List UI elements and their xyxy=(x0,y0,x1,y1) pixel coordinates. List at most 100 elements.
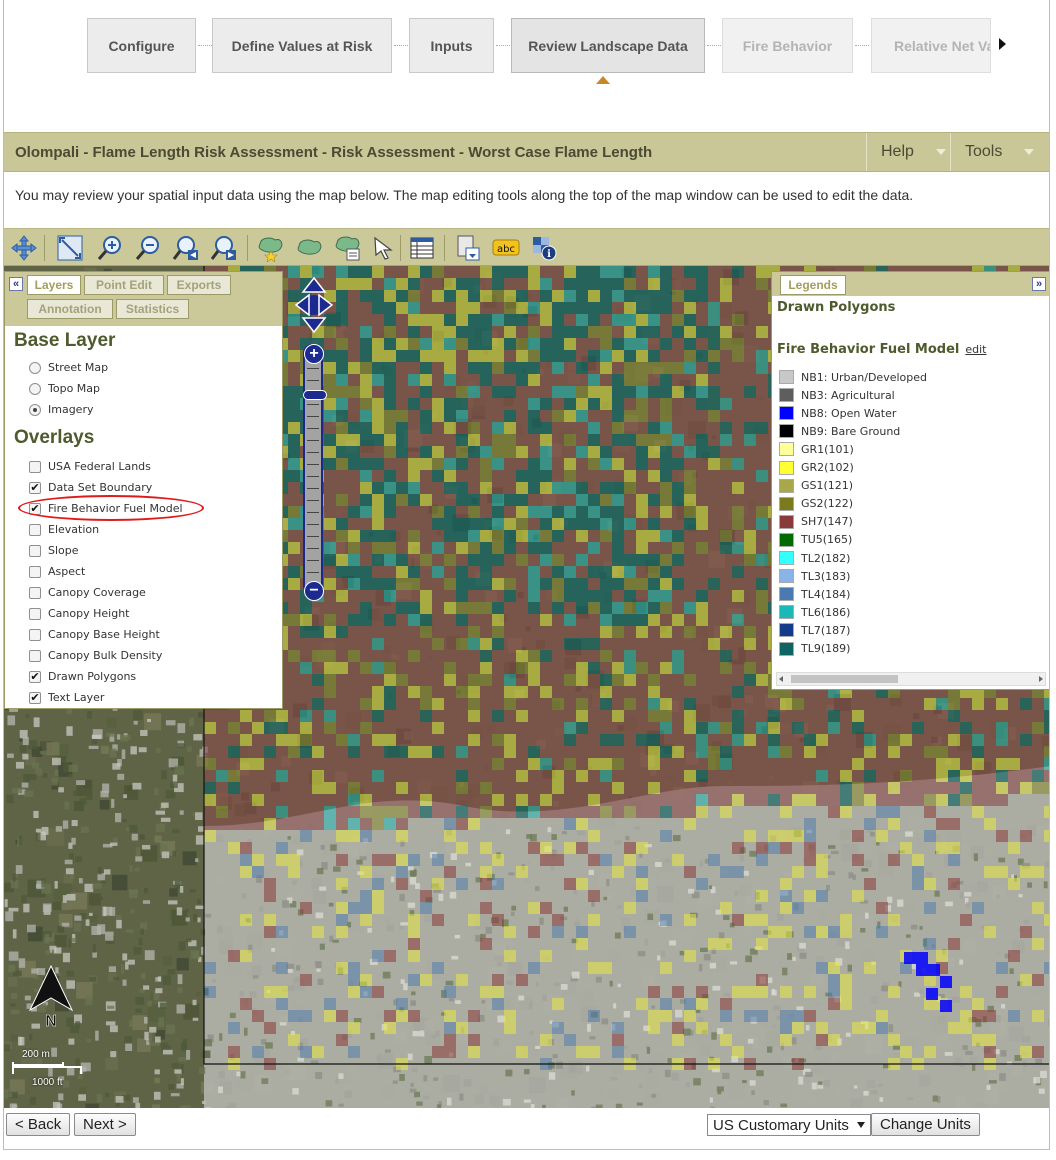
base-layer-street-map[interactable]: Street Map xyxy=(29,361,108,374)
radio-button[interactable] xyxy=(29,382,41,395)
overlay-label: Slope xyxy=(48,544,79,557)
select-arrow-icon[interactable] xyxy=(370,234,398,262)
overlay-item[interactable]: Aspect xyxy=(29,565,85,578)
overlay-item[interactable]: Canopy Height xyxy=(29,607,129,620)
zoom-in-icon[interactable] xyxy=(96,234,124,262)
scale-bar: 200 m 1000 ft xyxy=(12,1049,112,1091)
text-label-icon[interactable]: abc xyxy=(492,234,520,262)
scale-imperial-label: 1000 ft xyxy=(32,1077,63,1088)
zoom-in-button[interactable]: + xyxy=(304,344,324,364)
overlay-item[interactable]: Elevation xyxy=(29,523,99,536)
overlay-item[interactable]: USA Federal Lands xyxy=(29,460,151,473)
base-layer-heading: Base Layer xyxy=(14,330,116,351)
toolbar-divider xyxy=(247,235,248,261)
step-divider xyxy=(198,45,212,46)
zoom-slider-rail[interactable] xyxy=(303,344,323,595)
zoom-next-icon[interactable] xyxy=(210,234,238,262)
next-button[interactable]: Next > xyxy=(74,1113,136,1136)
checkbox[interactable] xyxy=(29,586,41,599)
legend-item: TL7(187) xyxy=(779,623,851,638)
tab-statistics[interactable]: Statistics xyxy=(116,299,189,319)
base-layer-topo-map[interactable]: Topo Map xyxy=(29,382,100,395)
toolbar-divider xyxy=(444,235,445,261)
chevron-down-icon xyxy=(935,149,946,155)
overlays-heading: Overlays xyxy=(14,427,95,448)
checkbox[interactable] xyxy=(29,607,41,620)
checkbox[interactable] xyxy=(29,649,41,662)
overlay-label: Canopy Height xyxy=(48,607,130,620)
layers-panel-tabs: « Layers Point Edit Exports Annotation S… xyxy=(5,272,282,326)
edit-polygon-icon[interactable] xyxy=(296,234,324,262)
zoom-slider-handle[interactable] xyxy=(303,390,327,400)
legend-swatch xyxy=(779,605,794,620)
step-inputs[interactable]: Inputs xyxy=(409,18,494,73)
overlay-item[interactable]: ✔ Drawn Polygons xyxy=(29,670,136,683)
tools-menu-button[interactable]: Tools xyxy=(950,133,1049,171)
overlay-item[interactable]: Canopy Base Height xyxy=(29,628,160,641)
pan-icon[interactable] xyxy=(10,234,38,262)
tab-layers[interactable]: Layers xyxy=(27,275,81,295)
zoom-out-icon[interactable] xyxy=(134,234,162,262)
step-review-landscape-data[interactable]: Review Landscape Data xyxy=(511,18,705,73)
overlay-item[interactable]: Canopy Bulk Density xyxy=(29,649,162,662)
drawn-polygons-legend-title: Drawn Polygons xyxy=(777,300,896,315)
checkbox[interactable] xyxy=(29,544,41,557)
tab-annotation[interactable]: Annotation xyxy=(27,299,113,319)
legend-label: TL7(187) xyxy=(801,623,851,637)
zoom-extent-icon[interactable] xyxy=(56,234,84,262)
change-units-button[interactable]: Change Units xyxy=(871,1113,980,1136)
draw-polygon-icon[interactable] xyxy=(257,234,285,262)
units-select[interactable]: US Customary Units xyxy=(707,1114,871,1136)
map-viewport[interactable]: N 200 m 1000 ft + − « Layers Point Edit … xyxy=(4,266,1049,1108)
overlay-item[interactable]: Slope xyxy=(29,544,79,557)
back-button[interactable]: < Back xyxy=(6,1113,71,1136)
overlay-label: Text Layer xyxy=(48,691,105,704)
overlay-label: Canopy Base Height xyxy=(48,628,160,641)
expand-panel-button[interactable]: » xyxy=(1032,277,1046,291)
radio-button[interactable] xyxy=(29,361,41,374)
scrollbar-thumb[interactable] xyxy=(791,675,898,683)
legend-label: TL2(182) xyxy=(801,551,851,565)
tab-point-edit[interactable]: Point Edit xyxy=(84,275,164,295)
edit-legend-link[interactable]: edit xyxy=(965,343,986,356)
polygon-attributes-icon[interactable] xyxy=(334,234,362,262)
zoom-out-button[interactable]: − xyxy=(304,581,324,601)
checkbox-checked[interactable]: ✔ xyxy=(29,481,41,494)
legend-item: GS1(121) xyxy=(779,478,853,493)
legend-item: TU5(165) xyxy=(779,532,852,547)
tab-legends[interactable]: Legends xyxy=(780,275,846,295)
scroll-left-icon[interactable] xyxy=(779,676,783,682)
legend-swatch xyxy=(779,478,794,493)
overlay-label: Canopy Coverage xyxy=(48,586,146,599)
legend-swatch xyxy=(779,569,794,584)
overlay-item[interactable]: ✔ Text Layer xyxy=(29,691,104,704)
identify-icon[interactable]: i xyxy=(530,234,558,262)
scroll-steps-right-icon[interactable] xyxy=(999,38,1006,50)
radio-button-selected[interactable] xyxy=(29,403,41,416)
zoom-previous-icon[interactable] xyxy=(172,234,200,262)
step-define-values-at-risk[interactable]: Define Values at Risk xyxy=(212,18,392,73)
tab-exports[interactable]: Exports xyxy=(167,275,231,295)
overlay-item[interactable]: ✔ Data Set Boundary xyxy=(29,481,152,494)
checkbox[interactable] xyxy=(29,523,41,536)
checkbox-checked[interactable]: ✔ xyxy=(29,670,41,683)
svg-text:i: i xyxy=(547,249,551,260)
export-icon[interactable] xyxy=(454,234,482,262)
overlay-item[interactable]: Canopy Coverage xyxy=(29,586,146,599)
step-divider xyxy=(707,45,721,46)
pan-arrows-icon[interactable] xyxy=(295,276,333,334)
collapse-panel-button[interactable]: « xyxy=(9,277,23,291)
help-menu-button[interactable]: Help xyxy=(866,133,950,171)
checkbox-checked[interactable]: ✔ xyxy=(29,691,41,704)
checkbox[interactable] xyxy=(29,628,41,641)
checkbox[interactable] xyxy=(29,460,41,473)
checkbox[interactable] xyxy=(29,565,41,578)
attribute-table-icon[interactable] xyxy=(408,234,436,262)
scroll-right-icon[interactable] xyxy=(1039,676,1043,682)
legend-swatch xyxy=(779,641,794,656)
legend-horizontal-scrollbar[interactable] xyxy=(776,672,1046,686)
overlay-label: Elevation xyxy=(48,523,100,536)
step-configure[interactable]: Configure xyxy=(87,18,196,73)
base-layer-imagery[interactable]: Imagery xyxy=(29,403,93,416)
legend-label: TL6(186) xyxy=(801,605,851,619)
